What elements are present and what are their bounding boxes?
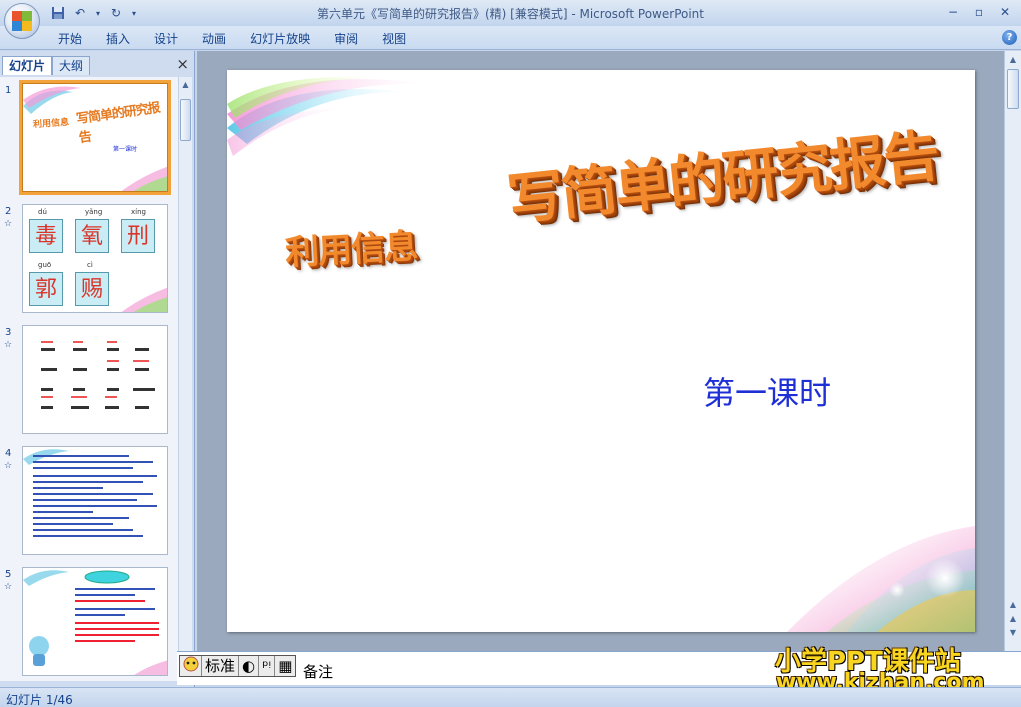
- slide-number: 4: [5, 448, 12, 459]
- scroll-down-icon[interactable]: ▲: [1007, 599, 1019, 611]
- thumb-preview: dú yǎng xíng 毒 氧 刑 guō cì 郭 赐: [22, 204, 168, 313]
- ribbon: 开始 插入 设计 动画 幻灯片放映 审阅 视图 ?: [0, 26, 1021, 50]
- tab-view[interactable]: 视图: [370, 29, 418, 49]
- char-box-xing: 刑: [121, 219, 155, 253]
- ime-toolbar: 标准 ◐ ᵖᵎ ▦: [179, 655, 297, 677]
- powerpoint-window: ↶ ▾ ↻ ▾ 第六单元《写简单的研究报告》(精) [兼容模式] - Micro…: [0, 0, 1021, 707]
- ime-logo-icon[interactable]: [180, 656, 202, 676]
- ime-punctuation-icon[interactable]: ᵖᵎ: [259, 656, 276, 676]
- restore-button[interactable]: ▫: [967, 3, 991, 21]
- thumbnail-list: 1 利用信息 写简单的研究报告 第一课时 2 ☆ dú yǎng xíng 毒 …: [0, 77, 178, 681]
- thumb-text-lines-decoration: [23, 449, 157, 537]
- scrollbar-thumb[interactable]: [1007, 69, 1019, 109]
- thumb1-lesson: 第一课时: [113, 146, 138, 153]
- pinyin-ci: cì: [87, 261, 93, 269]
- close-pane-icon[interactable]: ×: [176, 56, 189, 72]
- slide-counter: 幻灯片 1/46: [6, 693, 73, 707]
- thumb-preview: 利用信息 写简单的研究报告 第一课时: [19, 80, 171, 195]
- slide-number: 5: [5, 569, 12, 580]
- scroll-up-icon[interactable]: ▲: [180, 79, 191, 91]
- close-button[interactable]: ✕: [993, 3, 1017, 21]
- pane-tabs: 幻灯片 大纲 ×: [0, 54, 195, 75]
- tab-slides[interactable]: 幻灯片: [2, 56, 53, 75]
- office-button[interactable]: [4, 3, 40, 39]
- ribbon-tabs: 开始 插入 设计 动画 幻灯片放映 审阅 视图: [46, 29, 418, 49]
- tab-design[interactable]: 设计: [142, 29, 190, 49]
- slides-pane: 幻灯片 大纲 × 1 利用信息 写简单的研究报告 第一课时 2 ☆ dú yǎn…: [0, 51, 195, 687]
- char-box-ci: 赐: [75, 272, 109, 306]
- slide-scrollbar[interactable]: ▲ ▲ ▲ ▼: [1004, 51, 1021, 651]
- scrollbar-thumb[interactable]: [180, 99, 191, 141]
- help-icon[interactable]: ?: [1002, 30, 1017, 45]
- title-bar: ↶ ▾ ↻ ▾ 第六单元《写简单的研究报告》(精) [兼容模式] - Micro…: [0, 0, 1021, 26]
- thumb-preview: [22, 446, 168, 555]
- pinyin-yang: yǎng: [85, 208, 103, 216]
- ime-keyboard-icon[interactable]: ▦: [275, 656, 295, 676]
- thumb-content-decoration: [23, 570, 167, 675]
- animation-star-icon: ☆: [4, 340, 13, 350]
- slide-number: 1: [5, 85, 12, 96]
- tab-review[interactable]: 审阅: [322, 29, 370, 49]
- window-title: 第六单元《写简单的研究报告》(精) [兼容模式] - Microsoft Pow…: [316, 7, 704, 21]
- status-bar: 幻灯片 1/46: [0, 687, 1021, 707]
- thumb-preview: [22, 325, 168, 434]
- char-box-du: 毒: [29, 219, 63, 253]
- pinyin-guo: guō: [38, 261, 52, 269]
- next-slide-icon[interactable]: ▼: [1007, 627, 1019, 639]
- tab-outline[interactable]: 大纲: [52, 56, 91, 75]
- animation-star-icon: ☆: [4, 582, 13, 592]
- thumb-word-grid-decoration: [41, 341, 155, 409]
- pinyin-xing: xíng: [131, 208, 146, 216]
- notes-label: 备注: [303, 663, 334, 681]
- ime-standard-button[interactable]: 标准: [202, 656, 240, 676]
- slide-number: 3: [5, 327, 12, 338]
- slide-number: 2: [5, 206, 12, 217]
- scroll-up-icon[interactable]: ▲: [1007, 54, 1019, 66]
- thumb1-title-left: 利用信息: [32, 117, 70, 131]
- tab-insert[interactable]: 插入: [94, 29, 142, 49]
- thumb-preview: [22, 567, 168, 676]
- char-box-guo: 郭: [29, 272, 63, 306]
- thumbnail-scrollbar[interactable]: ▲ ▼: [178, 77, 192, 681]
- previous-slide-icon[interactable]: ▲: [1007, 613, 1019, 625]
- animation-star-icon: ☆: [4, 461, 13, 471]
- window-controls: − ▫ ✕: [941, 3, 1017, 21]
- slide-editor: 写简单的研究报告 利用信息 第一课时: [197, 51, 1004, 651]
- tab-home[interactable]: 开始: [46, 29, 94, 49]
- office-logo-icon: [12, 11, 32, 31]
- minimize-button[interactable]: −: [941, 3, 965, 21]
- slide-title-left[interactable]: 利用信息: [284, 219, 418, 275]
- lesson-label[interactable]: 第一课时: [703, 368, 831, 414]
- animation-star-icon: ☆: [4, 219, 13, 229]
- ime-halfwidth-icon[interactable]: ◐: [239, 656, 260, 676]
- tab-slideshow[interactable]: 幻灯片放映: [238, 29, 322, 49]
- char-box-yang: 氧: [75, 219, 109, 253]
- current-slide[interactable]: 写简单的研究报告 利用信息 第一课时: [227, 70, 975, 632]
- tab-animations[interactable]: 动画: [190, 29, 238, 49]
- pinyin-du: dú: [38, 208, 47, 216]
